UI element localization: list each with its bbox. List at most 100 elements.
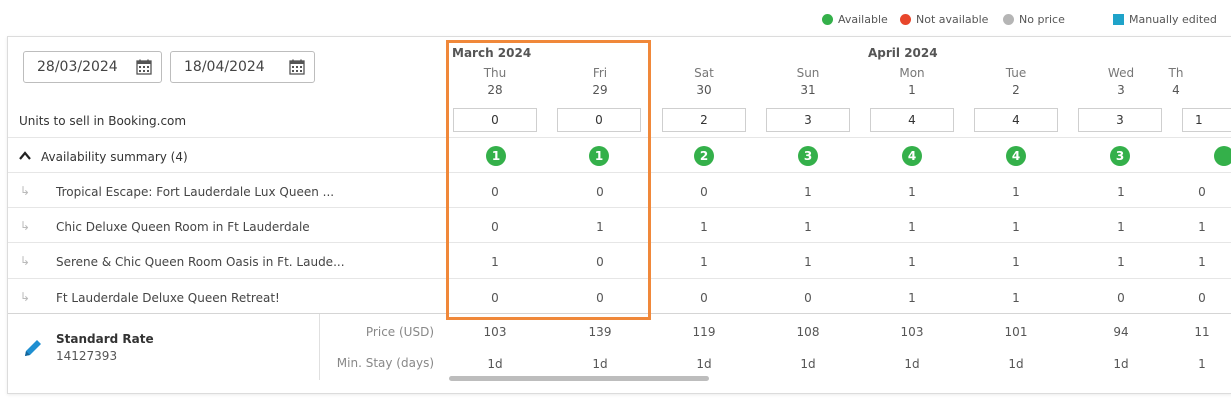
sub-row-arrow-icon: ↳ bbox=[20, 184, 31, 198]
availability-badge: 4 bbox=[1006, 146, 1026, 166]
available-dot-icon bbox=[822, 14, 833, 25]
availability-badge: 2 bbox=[694, 146, 714, 166]
price-cell[interactable]: 11 bbox=[1173, 325, 1231, 339]
room-availability-cell[interactable]: 1 bbox=[1069, 185, 1173, 199]
day-header: Mon 1 bbox=[899, 66, 925, 97]
min-stay-cell[interactable]: 1d bbox=[756, 357, 860, 371]
room-availability-cell[interactable]: 1 bbox=[860, 255, 964, 269]
room-availability-cell[interactable]: 0 bbox=[1069, 291, 1173, 305]
legend-no-price: No price bbox=[1003, 13, 1065, 26]
room-name: Serene & Chic Queen Room Oasis in Ft. La… bbox=[56, 255, 345, 269]
availability-badge: 3 bbox=[1110, 146, 1130, 166]
not-available-dot-icon bbox=[900, 14, 911, 25]
room-availability-cell[interactable]: 1 bbox=[1173, 255, 1231, 269]
units-input[interactable]: 2 bbox=[662, 108, 746, 132]
room-availability-cell[interactable]: 1 bbox=[1069, 255, 1173, 269]
room-availability-cell[interactable]: 1 bbox=[964, 185, 1068, 199]
room-availability-cell[interactable]: 0 bbox=[548, 291, 652, 305]
room-availability-cell[interactable]: 1 bbox=[652, 220, 756, 234]
room-availability-cell[interactable]: 0 bbox=[1173, 185, 1231, 199]
horizontal-scrollbar[interactable] bbox=[449, 376, 709, 381]
calendar-icon[interactable] bbox=[289, 59, 305, 75]
divider bbox=[8, 313, 1231, 314]
room-availability-cell[interactable]: 1 bbox=[443, 255, 547, 269]
day-header: Thu 28 bbox=[483, 66, 507, 97]
legend-manually-edited-label: Manually edited bbox=[1129, 13, 1217, 26]
legend-not-available: Not available bbox=[900, 13, 988, 26]
price-cell[interactable]: 94 bbox=[1069, 325, 1173, 339]
min-stay-cell[interactable]: 1d bbox=[1069, 357, 1173, 371]
availability-badge bbox=[1214, 146, 1231, 166]
units-input[interactable]: 1 bbox=[1182, 108, 1231, 132]
units-to-sell-label: Units to sell in Booking.com bbox=[19, 114, 187, 128]
room-availability-cell[interactable]: 1 bbox=[756, 185, 860, 199]
rate-name: Standard Rate bbox=[56, 332, 154, 346]
room-availability-cell[interactable]: 0 bbox=[443, 220, 547, 234]
room-name: Ft Lauderdale Deluxe Queen Retreat! bbox=[56, 291, 280, 305]
room-availability-cell[interactable]: 0 bbox=[756, 291, 860, 305]
month-label-march: March 2024 bbox=[452, 46, 532, 60]
day-header: Sun 31 bbox=[796, 66, 820, 97]
room-availability-cell[interactable]: 1 bbox=[1173, 220, 1231, 234]
room-availability-cell[interactable]: 0 bbox=[443, 291, 547, 305]
room-availability-cell[interactable]: 0 bbox=[652, 185, 756, 199]
room-availability-cell[interactable]: 1 bbox=[860, 220, 964, 234]
units-input[interactable]: 4 bbox=[974, 108, 1058, 132]
min-stay-cell[interactable]: 1d bbox=[548, 357, 652, 371]
rate-id: 14127393 bbox=[56, 349, 118, 363]
availability-summary-toggle[interactable]: Availability summary (4) bbox=[41, 150, 188, 164]
calendar-icon[interactable] bbox=[136, 59, 152, 75]
min-stay-cell[interactable]: 1d bbox=[860, 357, 964, 371]
units-input[interactable]: 4 bbox=[870, 108, 954, 132]
price-label: Price (USD) bbox=[365, 325, 434, 339]
room-availability-cell[interactable]: 1 bbox=[860, 291, 964, 305]
legend-available-label: Available bbox=[838, 13, 888, 26]
month-label-april: April 2024 bbox=[868, 46, 938, 60]
room-availability-cell[interactable]: 1 bbox=[964, 291, 1068, 305]
divider bbox=[319, 314, 320, 380]
room-availability-cell[interactable]: 0 bbox=[652, 291, 756, 305]
legend: Available Not available No price Manuall… bbox=[0, 13, 1231, 29]
legend-no-price-label: No price bbox=[1019, 13, 1065, 26]
manually-edited-square-icon bbox=[1113, 14, 1124, 25]
price-cell[interactable]: 101 bbox=[964, 325, 1068, 339]
room-availability-cell[interactable]: 0 bbox=[548, 185, 652, 199]
room-availability-cell[interactable]: 0 bbox=[1173, 291, 1231, 305]
day-header: Th 4 bbox=[1168, 66, 1184, 97]
room-availability-cell[interactable]: 1 bbox=[756, 255, 860, 269]
price-cell[interactable]: 103 bbox=[860, 325, 964, 339]
min-stay-cell[interactable]: 1d bbox=[443, 357, 547, 371]
room-availability-cell[interactable]: 1 bbox=[860, 185, 964, 199]
units-input[interactable]: 0 bbox=[453, 108, 537, 132]
divider bbox=[8, 278, 1231, 279]
room-availability-cell[interactable]: 1 bbox=[964, 220, 1068, 234]
end-date-field[interactable]: 18/04/2024 bbox=[170, 51, 315, 83]
pencil-edit-icon[interactable] bbox=[22, 337, 44, 359]
price-cell[interactable]: 139 bbox=[548, 325, 652, 339]
price-cell[interactable]: 103 bbox=[443, 325, 547, 339]
room-availability-cell[interactable]: 1 bbox=[652, 255, 756, 269]
legend-not-available-label: Not available bbox=[916, 13, 989, 26]
start-date-field[interactable]: 28/03/2024 bbox=[23, 51, 162, 83]
day-header: Tue 2 bbox=[1005, 66, 1027, 97]
legend-manually-edited: Manually edited bbox=[1113, 13, 1217, 26]
units-input[interactable]: 3 bbox=[766, 108, 850, 132]
room-availability-cell[interactable]: 0 bbox=[548, 255, 652, 269]
room-availability-cell[interactable]: 1 bbox=[548, 220, 652, 234]
room-availability-cell[interactable]: 0 bbox=[443, 185, 547, 199]
availability-badge: 1 bbox=[589, 146, 609, 166]
room-availability-cell[interactable]: 1 bbox=[756, 220, 860, 234]
min-stay-cell[interactable]: 1d bbox=[964, 357, 1068, 371]
price-cell[interactable]: 108 bbox=[756, 325, 860, 339]
price-cell[interactable]: 119 bbox=[652, 325, 756, 339]
room-name: Chic Deluxe Queen Room in Ft Lauderdale bbox=[56, 220, 310, 234]
room-availability-cell[interactable]: 1 bbox=[964, 255, 1068, 269]
min-stay-cell[interactable]: 1d bbox=[652, 357, 756, 371]
day-header: Sat 30 bbox=[694, 66, 714, 97]
units-input[interactable]: 0 bbox=[557, 108, 641, 132]
room-availability-cell[interactable]: 1 bbox=[1069, 220, 1173, 234]
min-stay-cell[interactable]: 1 bbox=[1173, 357, 1231, 371]
units-input[interactable]: 3 bbox=[1078, 108, 1162, 132]
start-date-value: 28/03/2024 bbox=[37, 59, 118, 75]
chevron-up-icon[interactable] bbox=[19, 151, 31, 160]
